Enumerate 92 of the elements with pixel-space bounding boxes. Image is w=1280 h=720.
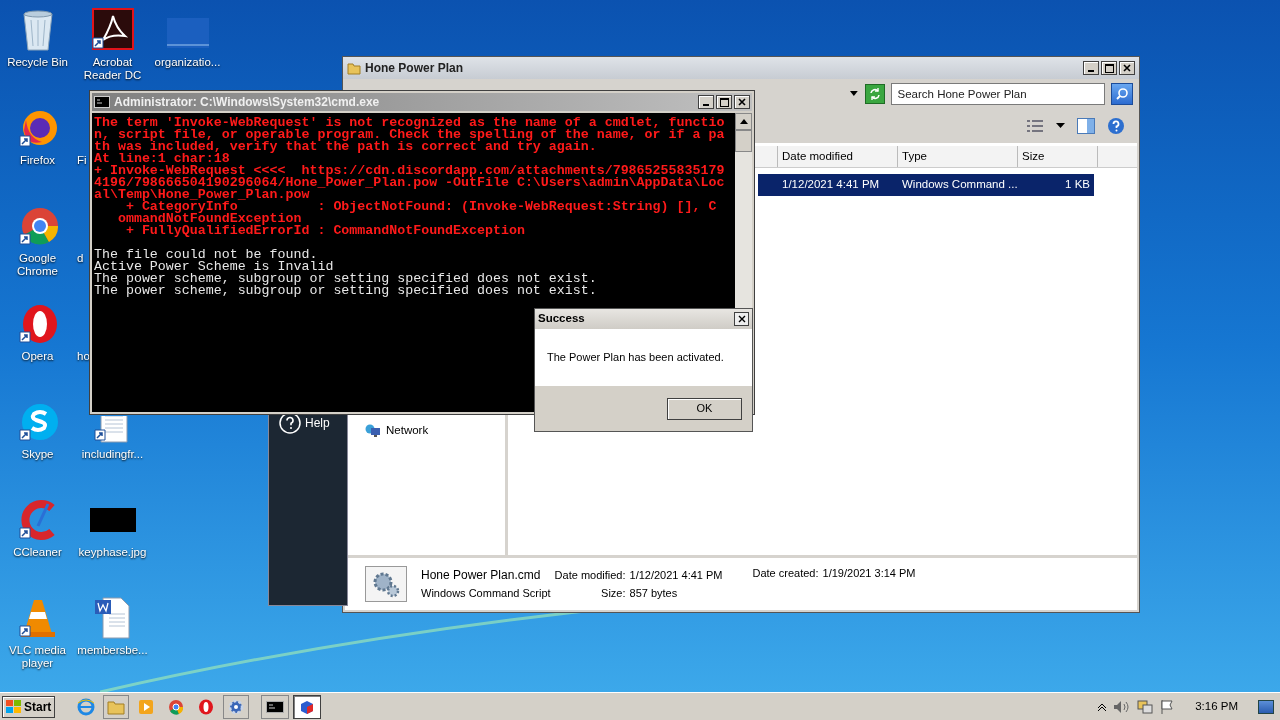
chevron-up-icon[interactable] (1097, 701, 1108, 712)
maximize-button[interactable] (1101, 61, 1117, 75)
search-icon (1115, 87, 1130, 101)
help-label[interactable]: Help (305, 414, 330, 432)
minimize-button[interactable] (698, 95, 714, 109)
maximize-icon (1104, 63, 1114, 73)
type-cell-text: Windows Command ... (901, 177, 1018, 193)
maximize-button[interactable] (716, 95, 732, 109)
desktop-icon-label[interactable]: Fi (77, 154, 87, 167)
folder-icon (347, 61, 361, 75)
desktop-icon-label[interactable]: includingfr... (81, 448, 144, 461)
ok-button[interactable]: OK (667, 397, 742, 420)
word-document-icon[interactable] (92, 596, 133, 640)
file-row[interactable]: 1/12/2021 4:41 PM Windows Command ... 1 KB (758, 174, 1094, 196)
file-name: Hone Power Plan.cmd (421, 568, 542, 582)
property-value: 1/19/2021 3:14 PM (822, 566, 916, 580)
console-icon (266, 700, 285, 713)
windows-logo-icon (6, 699, 22, 714)
close-button[interactable] (734, 95, 750, 109)
folder-icon (107, 698, 126, 715)
column-header[interactable]: Type (898, 146, 1018, 167)
desktop-icon-label[interactable]: Firefox (19, 154, 56, 167)
desktop-icon-label[interactable]: Acrobat Reader DC (75, 56, 150, 82)
console-output-line: The power scheme, subgroup or setting specified does not exist. (94, 273, 597, 285)
console-output-line: Active Power Scheme is Invalid (94, 261, 334, 273)
close-button[interactable] (734, 312, 749, 326)
maximize-icon (719, 97, 729, 107)
gear-icon (227, 697, 246, 716)
desktop-icon-label[interactable]: ho (77, 350, 90, 363)
console-error-line: al\Temp\Hone_Power_Plan.pow (94, 189, 310, 201)
gears-icon (365, 566, 407, 602)
pdf-reader-icon[interactable] (90, 8, 135, 52)
taskbar-button[interactable] (261, 694, 290, 719)
close-icon (738, 98, 746, 106)
window-title: Administrator: C:\Windows\System32\cmd.exe (114, 94, 380, 111)
close-icon (1123, 64, 1131, 72)
console-error-line: The term 'Invoke-WebRequest' is not recognized as the name of a cmdlet, functio (94, 117, 725, 129)
property-label: Size: (600, 586, 626, 600)
desktop-icon-label[interactable]: Recycle Bin (7, 56, 68, 69)
scroll-up-icon[interactable] (739, 119, 748, 124)
console-error-line: n, script file, or operable program. Check the spelling of the name, or if a pa (94, 129, 725, 141)
console-error-line: th was included, verify that the path is correct and try again. (94, 141, 597, 153)
dialog-title: Success (538, 311, 585, 327)
property-value: 1/12/2021 4:41 PM (629, 568, 723, 582)
clock[interactable]: 3:16 PM (1195, 697, 1238, 716)
speaker-icon[interactable] (1113, 699, 1132, 714)
desktop-icon-label[interactable]: Google Chrome (0, 252, 75, 278)
dropdown-arrow-icon[interactable] (849, 91, 859, 97)
desktop-icon-label[interactable]: Opera (21, 350, 54, 363)
console-error-line: + Invoke-WebRequest <<<< https://cdn.discordapp.com/attachments/79865255835179 (94, 165, 725, 177)
minimize-button[interactable] (1083, 61, 1099, 75)
show-desktop-button[interactable] (1258, 699, 1274, 714)
scroll-thumb[interactable] (735, 130, 752, 152)
view-options-icon[interactable] (1026, 119, 1044, 133)
window-title: Hone Power Plan (365, 60, 464, 77)
opera-icon[interactable] (17, 302, 58, 346)
console-output-line: The file could not be found. (94, 249, 318, 261)
flag-icon[interactable] (1159, 698, 1176, 715)
network-icon[interactable] (1137, 698, 1154, 715)
dropdown-arrow-icon[interactable] (1056, 123, 1065, 129)
property-label: Date modified: (554, 568, 626, 582)
taskbar-button[interactable] (293, 694, 322, 719)
desktop-icon-label[interactable]: organizatio... (154, 56, 221, 69)
property-label: Date created: (752, 566, 819, 580)
start-button[interactable]: Start (2, 695, 56, 718)
console-error-line: ommandNotFoundException (116, 213, 302, 225)
console-error-line: + FullyQualifiedErrorId : CommandNotFoundException (125, 225, 525, 237)
desktop-icon-label[interactable]: d (77, 252, 84, 265)
help-icon[interactable] (279, 412, 301, 434)
preview-pane-icon[interactable] (1077, 118, 1095, 134)
column-header[interactable]: Size (1018, 146, 1098, 167)
close-icon (737, 315, 746, 323)
dialog-message: The Power Plan has been activated. (547, 350, 724, 366)
size-cell-text: 1 KB (1064, 177, 1091, 193)
cube-icon (299, 699, 316, 714)
console-output-line: The power scheme, subgroup or setting specified does not exist. (94, 285, 597, 297)
column-header[interactable]: Date modified (778, 146, 898, 167)
search-field[interactable]: Search Hone Power Plan (890, 83, 1106, 105)
console-error-line: 4196/798666504190296064/Hone_Power_Plan.pow -OutFile C:\Users\admin\AppData\Loc (94, 177, 725, 189)
property-value: 857 bytes (629, 586, 679, 600)
close-button[interactable] (1119, 61, 1135, 75)
network-icon (365, 423, 381, 438)
desktop-icon-label[interactable]: Skype (21, 448, 54, 461)
nav-item[interactable]: Network (365, 422, 505, 440)
date-cell-text: 1/12/2021 4:41 PM (781, 177, 881, 193)
search-button[interactable] (1111, 83, 1133, 105)
console-icon (94, 96, 110, 108)
file-type: Windows Command Script (421, 586, 551, 600)
console-error-line: At line:1 char:18 (94, 153, 230, 165)
refresh-button[interactable] (864, 84, 885, 104)
console-error-line: + CategoryInfo : ObjectNotFound: (Invoke-WebRequest:String) [], C (125, 201, 717, 213)
refresh-icon (867, 87, 882, 101)
